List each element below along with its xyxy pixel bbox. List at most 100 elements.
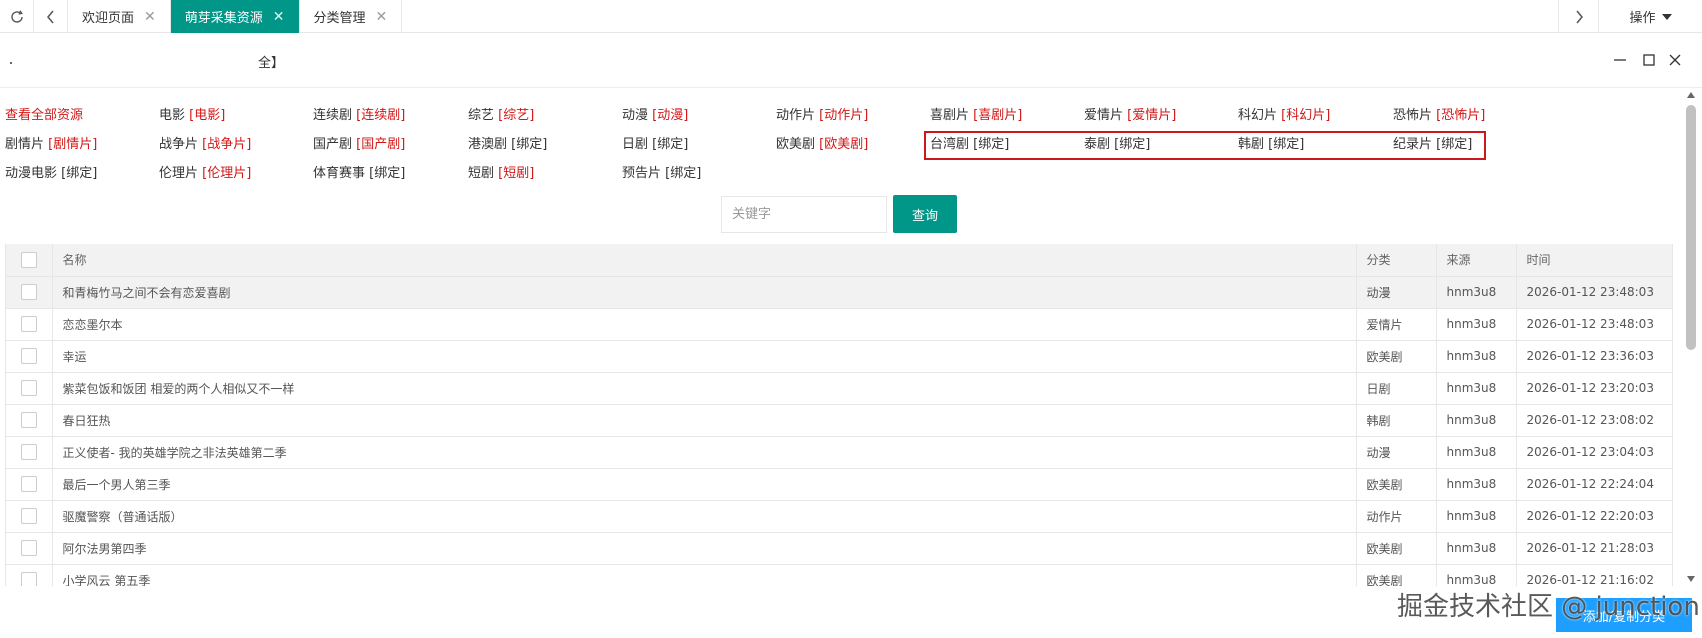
cell-category: 动漫 [1356, 276, 1437, 309]
tab-label: 萌芽采集资源 [184, 11, 263, 26]
highlight-annotation-box [924, 131, 1486, 160]
close-icon[interactable]: ✕ [376, 9, 388, 25]
category-item[interactable]: 喜剧片 [喜剧片] [930, 104, 1022, 123]
table-row[interactable]: 春日狂热 韩剧 hnm3u8 2026-01-12 23:08:02 [6, 404, 1672, 437]
category-item[interactable]: 电影 [电影] [159, 104, 225, 123]
cell-source: hnm3u8 [1436, 564, 1517, 586]
row-checkbox-cell [6, 468, 53, 501]
tab-mengya-resources[interactable]: 萌芽采集资源 ✕ [170, 0, 300, 33]
header-time[interactable]: 时间 [1516, 244, 1672, 277]
category-item[interactable]: 恐怖片 [恐怖片] [1393, 104, 1485, 123]
table-row[interactable]: 驱魔警察（普通话版） 动作片 hnm3u8 2026-01-12 22:20:0… [6, 500, 1672, 533]
operations-dropdown[interactable]: 操作 [1598, 0, 1702, 33]
close-icon[interactable]: ✕ [144, 9, 156, 25]
cell-source: hnm3u8 [1436, 308, 1517, 341]
table-row[interactable]: 和青梅竹马之间不会有恋爱喜剧 动漫 hnm3u8 2026-01-12 23:4… [6, 276, 1672, 309]
select-all-cell [6, 244, 53, 277]
row-checkbox-cell [6, 564, 53, 586]
category-item[interactable]: 战争片 [战争片] [159, 133, 251, 152]
category-item[interactable]: 连续剧 [连续剧] [313, 104, 405, 123]
row-checkbox[interactable] [20, 572, 37, 586]
category-item[interactable]: 爱情片 [爱情片] [1084, 104, 1176, 123]
vertical-scrollbar[interactable] [1684, 88, 1698, 586]
row-checkbox[interactable] [20, 380, 37, 396]
search-button[interactable]: 查询 [893, 195, 957, 233]
refresh-icon[interactable] [0, 0, 34, 33]
chevron-left-icon[interactable] [34, 0, 68, 33]
header-source[interactable]: 来源 [1436, 244, 1517, 277]
table-row[interactable]: 正义使者- 我的英雄学院之非法英雄第二季 动漫 hnm3u8 2026-01-1… [6, 436, 1672, 469]
category-all[interactable]: 查看全部资源 [5, 104, 83, 123]
cell-time: 2026-01-12 23:48:03 [1516, 276, 1672, 309]
category-item[interactable]: 剧情片 [剧情片] [5, 133, 97, 152]
header-category[interactable]: 分类 [1356, 244, 1437, 277]
row-checkbox-cell [6, 372, 53, 405]
cell-name: 幸运 [52, 340, 1357, 373]
cell-name: 紫菜包饭和饭团 相爱的两个人相似又不一样 [52, 372, 1357, 405]
category-item[interactable]: 动作片 [动作片] [776, 104, 868, 123]
cell-category: 动作片 [1356, 500, 1437, 533]
row-checkbox[interactable] [20, 508, 37, 524]
chevron-right-icon[interactable] [1558, 0, 1598, 33]
close-window-icon[interactable] [1667, 52, 1683, 68]
cell-time: 2026-01-12 22:24:04 [1516, 468, 1672, 501]
header-name[interactable]: 名称 [52, 244, 1357, 277]
category-item[interactable]: 国产剧 [国产剧] [313, 133, 405, 152]
maximize-icon[interactable] [1641, 52, 1657, 68]
category-item[interactable]: 日剧 [绑定] [622, 133, 688, 152]
table-row[interactable]: 恋恋墨尔本 爱情片 hnm3u8 2026-01-12 23:48:03 [6, 308, 1672, 341]
cell-category: 动漫 [1356, 436, 1437, 469]
close-icon[interactable]: ✕ [273, 9, 285, 25]
row-checkbox[interactable] [20, 284, 37, 300]
cell-time: 2026-01-12 22:20:03 [1516, 500, 1672, 533]
table-row[interactable]: 最后一个男人第三季 欧美剧 hnm3u8 2026-01-12 22:24:04 [6, 468, 1672, 501]
modal-header: 全】 [0, 34, 1702, 88]
cell-category: 欧美剧 [1356, 564, 1437, 586]
cell-category: 日剧 [1356, 372, 1437, 405]
cell-source: hnm3u8 [1436, 404, 1517, 437]
row-checkbox[interactable] [20, 444, 37, 460]
category-item[interactable]: 欧美剧 [欧美剧] [776, 133, 868, 152]
row-checkbox[interactable] [20, 412, 37, 428]
cell-source: hnm3u8 [1436, 372, 1517, 405]
row-checkbox-cell [6, 436, 53, 469]
cell-name: 正义使者- 我的英雄学院之非法英雄第二季 [52, 436, 1357, 469]
category-item[interactable]: 动漫 [动漫] [622, 104, 688, 123]
row-checkbox[interactable] [20, 348, 37, 364]
category-item[interactable]: 科幻片 [科幻片] [1238, 104, 1330, 123]
row-checkbox[interactable] [20, 316, 37, 332]
select-all-checkbox[interactable] [20, 251, 37, 268]
row-checkbox-cell [6, 404, 53, 437]
category-item[interactable]: 短剧 [短剧] [468, 162, 534, 181]
row-checkbox-cell [6, 276, 53, 309]
scroll-up-arrow-icon[interactable] [1687, 92, 1695, 98]
tab-welcome[interactable]: 欢迎页面 ✕ [68, 0, 171, 33]
category-item[interactable]: 伦理片 [伦理片] [159, 162, 251, 181]
cell-time: 2026-01-12 23:48:03 [1516, 308, 1672, 341]
category-item[interactable]: 体育赛事 [绑定] [313, 162, 405, 181]
category-item[interactable]: 港澳剧 [绑定] [468, 133, 547, 152]
table-row[interactable]: 幸运 欧美剧 hnm3u8 2026-01-12 23:36:03 [6, 340, 1672, 373]
row-checkbox-cell [6, 500, 53, 533]
category-item[interactable]: 综艺 [综艺] [468, 104, 534, 123]
caret-down-icon [1661, 13, 1672, 20]
scroll-down-arrow-icon[interactable] [1687, 576, 1695, 582]
row-checkbox[interactable] [20, 476, 37, 492]
table-row[interactable]: 紫菜包饭和饭团 相爱的两个人相似又不一样 日剧 hnm3u8 2026-01-1… [6, 372, 1672, 405]
row-checkbox-cell [6, 308, 53, 341]
category-item[interactable]: 预告片 [绑定] [622, 162, 701, 181]
title-fragment [10, 62, 12, 64]
category-item[interactable]: 动漫电影 [绑定] [5, 162, 97, 181]
minimize-icon[interactable] [1612, 52, 1628, 68]
watermark: 掘金技术社区 @ junction [1397, 592, 1700, 622]
cell-name: 最后一个男人第三季 [52, 468, 1357, 501]
keyword-search-input[interactable] [721, 196, 887, 233]
table-row[interactable]: 阿尔法男第四季 欧美剧 hnm3u8 2026-01-12 21:28:03 [6, 532, 1672, 565]
table-row[interactable]: 小学风云 第五季 欧美剧 hnm3u8 2026-01-12 21:16:02 [6, 564, 1672, 586]
modal-title: 全】 [258, 56, 285, 71]
scroll-thumb[interactable] [1686, 105, 1696, 350]
cell-category: 欧美剧 [1356, 340, 1437, 373]
row-checkbox[interactable] [20, 540, 37, 556]
tab-category-management[interactable]: 分类管理 ✕ [300, 0, 403, 33]
cell-name: 阿尔法男第四季 [52, 532, 1357, 565]
